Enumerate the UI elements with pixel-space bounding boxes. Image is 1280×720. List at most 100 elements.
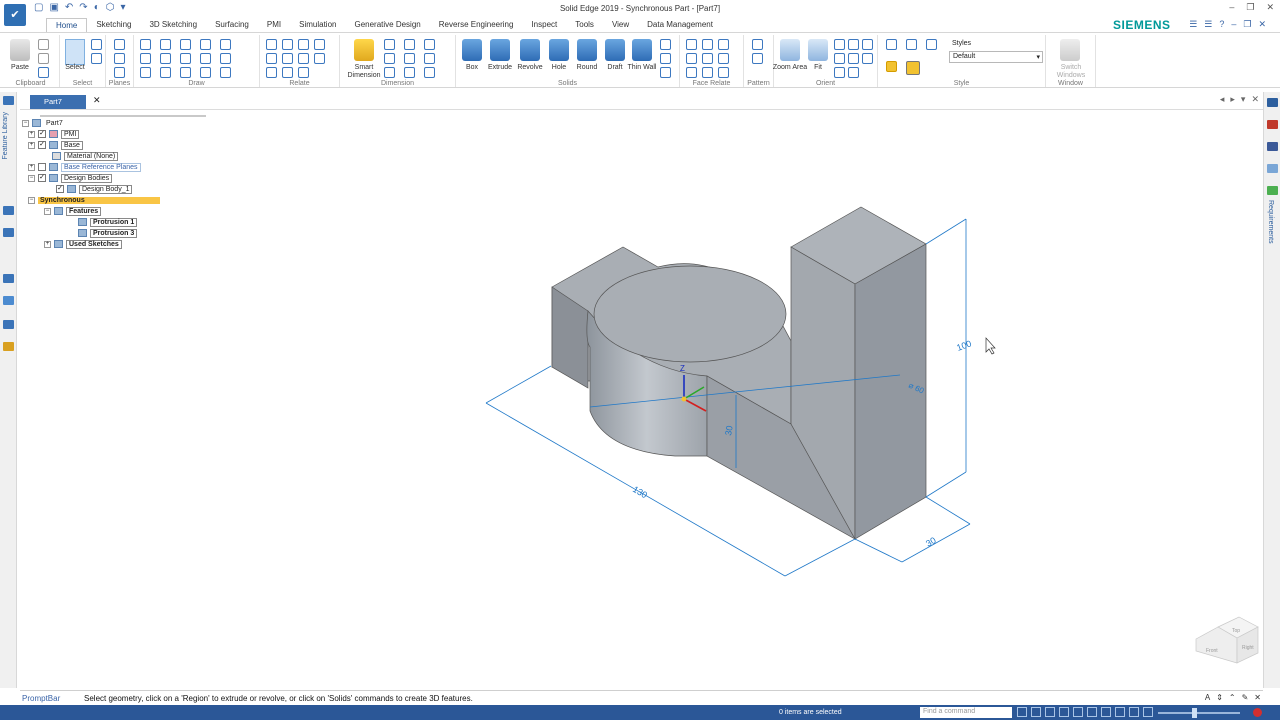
- distance-icon[interactable]: [384, 39, 395, 50]
- dim-text-height[interactable]: 100: [955, 338, 973, 353]
- face-rigid-icon[interactable]: [686, 67, 697, 78]
- mirror-feature-icon[interactable]: [752, 53, 763, 64]
- close-window-icon[interactable]: ✕: [1266, 2, 1274, 13]
- new-icon[interactable]: ▢: [34, 2, 43, 13]
- view-icon-3[interactable]: [1045, 707, 1055, 717]
- tab-sketching[interactable]: Sketching: [87, 18, 140, 32]
- tab-tools[interactable]: Tools: [566, 18, 603, 32]
- look-at-icon[interactable]: [848, 67, 859, 78]
- angle-icon[interactable]: [404, 39, 415, 50]
- smartpart-icon[interactable]: ◐: [94, 2, 100, 13]
- tab-view[interactable]: View: [603, 18, 638, 32]
- tab-home[interactable]: Home: [46, 18, 88, 32]
- restore-ribbon-icon[interactable]: ❐: [1243, 19, 1251, 30]
- fillet-icon[interactable]: [200, 39, 211, 50]
- filter-icon[interactable]: [91, 39, 102, 50]
- solids-more-icon[interactable]: [660, 67, 671, 78]
- rotate-view-icon[interactable]: [862, 39, 873, 50]
- chamfer-dimension-icon[interactable]: [384, 67, 395, 78]
- curve-icon[interactable]: [180, 39, 191, 50]
- restore-icon[interactable]: ❐: [1246, 2, 1254, 13]
- horizontal-icon[interactable]: [266, 53, 277, 64]
- fit-icon[interactable]: [808, 39, 828, 61]
- shaded-edges-icon[interactable]: [906, 39, 917, 50]
- view-icon-7[interactable]: [1101, 707, 1111, 717]
- save-icon[interactable]: ▣: [49, 2, 58, 13]
- arrow-icon[interactable]: [424, 67, 435, 78]
- annotation-icon[interactable]: [404, 53, 415, 64]
- wireframe-icon[interactable]: [926, 39, 937, 50]
- layout-icon[interactable]: ☰: [1189, 19, 1197, 30]
- zoom-area-icon[interactable]: [780, 39, 800, 61]
- sensors-icon[interactable]: [3, 228, 14, 237]
- record-icon[interactable]: [1253, 708, 1262, 717]
- concentric-icon[interactable]: [298, 39, 309, 50]
- view-icon-6[interactable]: [1087, 707, 1097, 717]
- circle-icon[interactable]: [180, 53, 191, 64]
- minimize-ribbon-icon[interactable]: –: [1231, 19, 1236, 30]
- collapse-up-icon[interactable]: ⌃: [1229, 693, 1236, 702]
- variables-icon[interactable]: [3, 296, 14, 305]
- face-tangent-icon[interactable]: [718, 53, 729, 64]
- styles-dropdown[interactable]: Default ▾: [949, 51, 1043, 63]
- paste-icon[interactable]: [10, 39, 30, 61]
- hole-icon[interactable]: [549, 39, 569, 61]
- next-doc-icon[interactable]: ▸: [1230, 94, 1235, 105]
- symmetric-icon[interactable]: [314, 53, 325, 64]
- tab-data-management[interactable]: Data Management: [638, 18, 722, 32]
- offset-icon[interactable]: [220, 39, 231, 50]
- face-symmetric-icon[interactable]: [702, 67, 713, 78]
- pan-icon[interactable]: [848, 39, 859, 50]
- trim-icon[interactable]: [160, 67, 171, 78]
- pattern-icon[interactable]: [752, 39, 763, 50]
- dim-text-length[interactable]: 130: [631, 484, 649, 500]
- feature-library-tab[interactable]: Feature Library: [2, 112, 9, 159]
- collinear-icon[interactable]: [282, 67, 293, 78]
- close-promptbar-icon[interactable]: ✕: [1254, 693, 1261, 702]
- smart-dimension-icon[interactable]: [354, 39, 374, 61]
- tab-surfacing[interactable]: Surfacing: [206, 18, 258, 32]
- tangent-arc-icon[interactable]: [160, 53, 171, 64]
- add-body-icon[interactable]: [660, 39, 671, 50]
- sketch-view-icon[interactable]: [848, 53, 859, 64]
- teamcenter-icon[interactable]: [1267, 120, 1278, 129]
- model-canvas[interactable]: 130 100 30 30 ⌀ 60 Z Top Front Right: [20, 111, 1263, 688]
- find-command-input[interactable]: Find a command: [920, 707, 1012, 718]
- cut-icon[interactable]: [38, 39, 49, 50]
- tab-reverse-engineering[interactable]: Reverse Engineering: [430, 18, 523, 32]
- facebook-icon[interactable]: [1267, 142, 1278, 151]
- cylinder-top-face[interactable]: [593, 265, 787, 363]
- tab-inspect[interactable]: Inspect: [522, 18, 566, 32]
- close-doc-window-icon[interactable]: ✕: [1251, 94, 1259, 105]
- coincident-plane-icon[interactable]: [114, 53, 125, 64]
- switch-windows-icon[interactable]: [1060, 39, 1080, 61]
- tangent-icon[interactable]: [266, 67, 277, 78]
- face-coplanar-icon[interactable]: [686, 39, 697, 50]
- revolve-icon[interactable]: [520, 39, 540, 61]
- view-style-icon[interactable]: [906, 61, 920, 75]
- close-doc-icon[interactable]: ✕: [1258, 19, 1266, 30]
- pmi-icon[interactable]: ⬡: [106, 2, 115, 13]
- pathfinder-icon[interactable]: [3, 96, 14, 105]
- minimize-icon[interactable]: –: [1229, 2, 1234, 13]
- undo-icon[interactable]: ↶: [65, 2, 73, 13]
- perpendicular-icon[interactable]: [298, 53, 309, 64]
- dimension-axis-icon[interactable]: [404, 67, 415, 78]
- doc-list-icon[interactable]: ▾: [1241, 94, 1246, 105]
- plane-options-icon[interactable]: [114, 67, 125, 78]
- thin-wall-icon[interactable]: [632, 39, 652, 61]
- project-icon[interactable]: [220, 67, 231, 78]
- prev-doc-icon[interactable]: ◂: [1220, 94, 1225, 105]
- family-table-icon[interactable]: [3, 274, 14, 283]
- view-icon-5[interactable]: [1073, 707, 1083, 717]
- symmetric-diameter-icon[interactable]: [384, 53, 395, 64]
- rotate-icon[interactable]: [200, 67, 211, 78]
- format-painter-icon[interactable]: [38, 67, 49, 78]
- face-aligned-icon[interactable]: [702, 53, 713, 64]
- view-icon-10[interactable]: [1143, 707, 1153, 717]
- move-icon[interactable]: [200, 53, 211, 64]
- face-perpendicular-icon[interactable]: [686, 53, 697, 64]
- tab-3d-sketching[interactable]: 3D Sketching: [140, 18, 206, 32]
- round-icon[interactable]: [577, 39, 597, 61]
- view-cube[interactable]: Top Front Right: [1195, 616, 1259, 664]
